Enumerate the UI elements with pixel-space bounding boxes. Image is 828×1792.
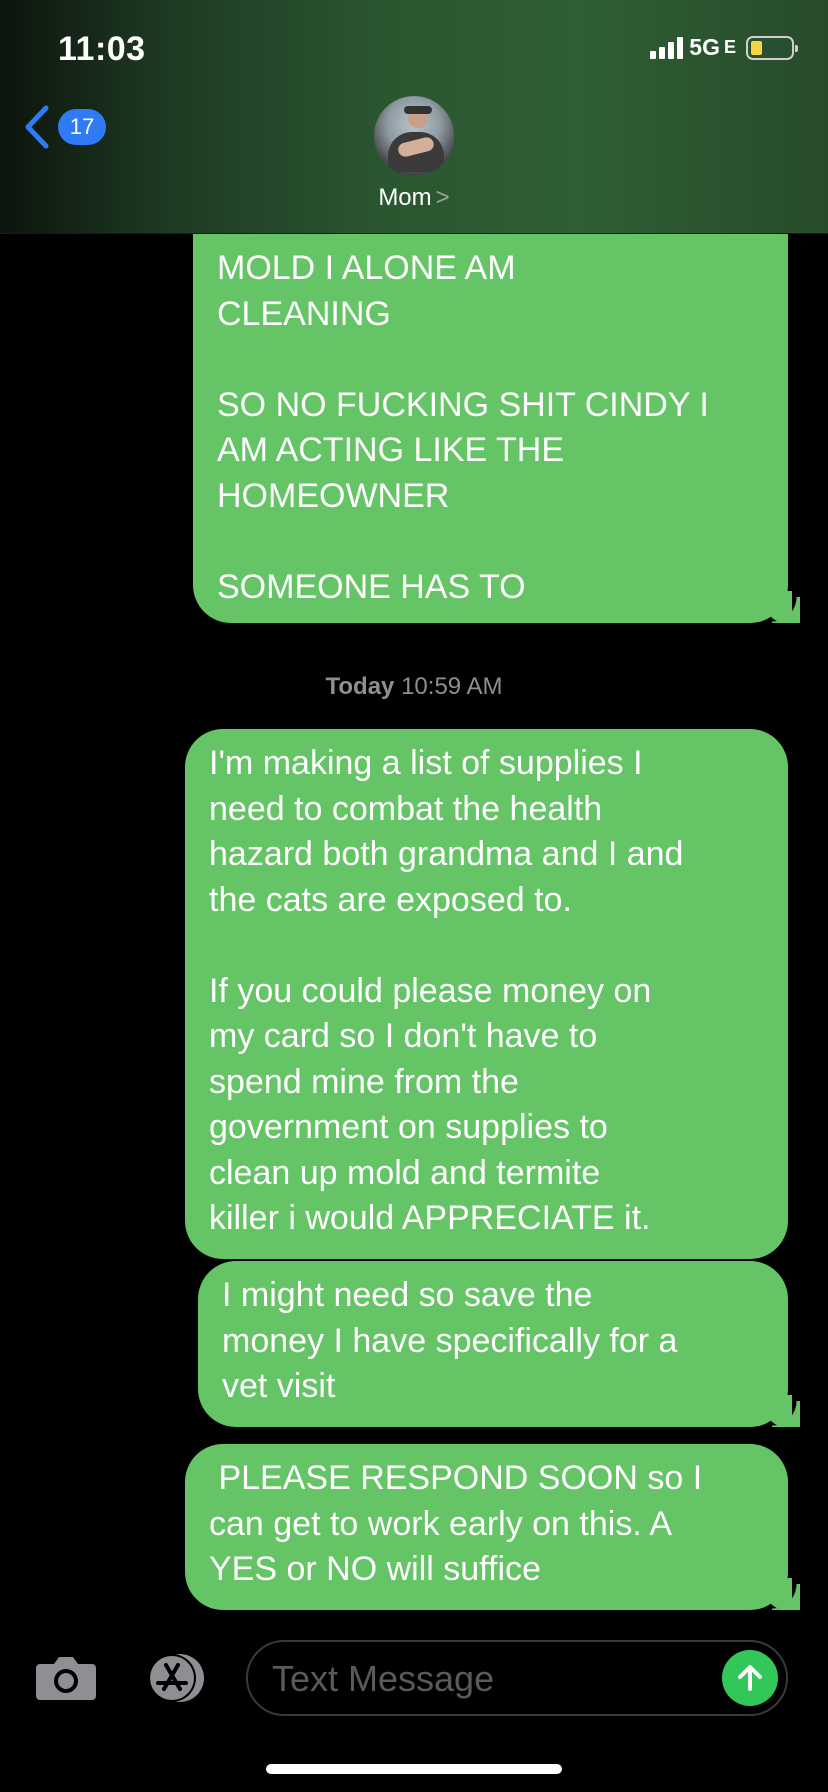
network-label: 5G (689, 34, 720, 60)
status-time: 11:03 (58, 30, 146, 68)
app-store-button[interactable] (140, 1652, 212, 1704)
unread-count-badge: 17 (58, 109, 106, 145)
contact-avatar[interactable] (374, 96, 454, 176)
camera-button[interactable] (34, 1652, 98, 1702)
arrow-up-icon (738, 1665, 762, 1691)
message-bubble[interactable]: PLEASE RESPOND SOON so I can get to work… (185, 1444, 800, 1610)
home-indicator[interactable] (266, 1764, 562, 1774)
app-store-icon (148, 1654, 204, 1702)
chevron-left-icon (25, 105, 49, 149)
timestamp-time: 10:59 AM (401, 673, 503, 700)
battery-icon (746, 35, 798, 60)
signal-icon (650, 36, 684, 59)
chevron-right-icon: > (435, 184, 450, 211)
message-bubble[interactable]: I might need so save the money I have sp… (198, 1261, 800, 1427)
text-message-input[interactable] (272, 1654, 692, 1704)
message-composer[interactable] (246, 1640, 788, 1716)
camera-icon (36, 1657, 96, 1700)
status-indicators: 5G E (650, 34, 798, 61)
message-bubble[interactable]: MOLD I ALONE AM CLEANING SO NO FUCKING S… (193, 168, 800, 623)
timestamp: Today 10:59 AM (0, 673, 828, 701)
conversation-header: 11:03 5G E 17 Mom > (0, 0, 828, 234)
message-thread: MOLD I ALONE AM CLEANING SO NO FUCKING S… (0, 0, 828, 1792)
contact-name[interactable]: Mom > (0, 184, 828, 212)
send-button[interactable] (722, 1650, 778, 1706)
back-button[interactable]: 17 (22, 104, 106, 150)
network-suffix: E (723, 37, 736, 57)
contact-name-label: Mom (378, 184, 432, 211)
message-bubble[interactable]: I'm making a list of supplies I need to … (185, 729, 788, 1259)
timestamp-day: Today (325, 673, 395, 700)
